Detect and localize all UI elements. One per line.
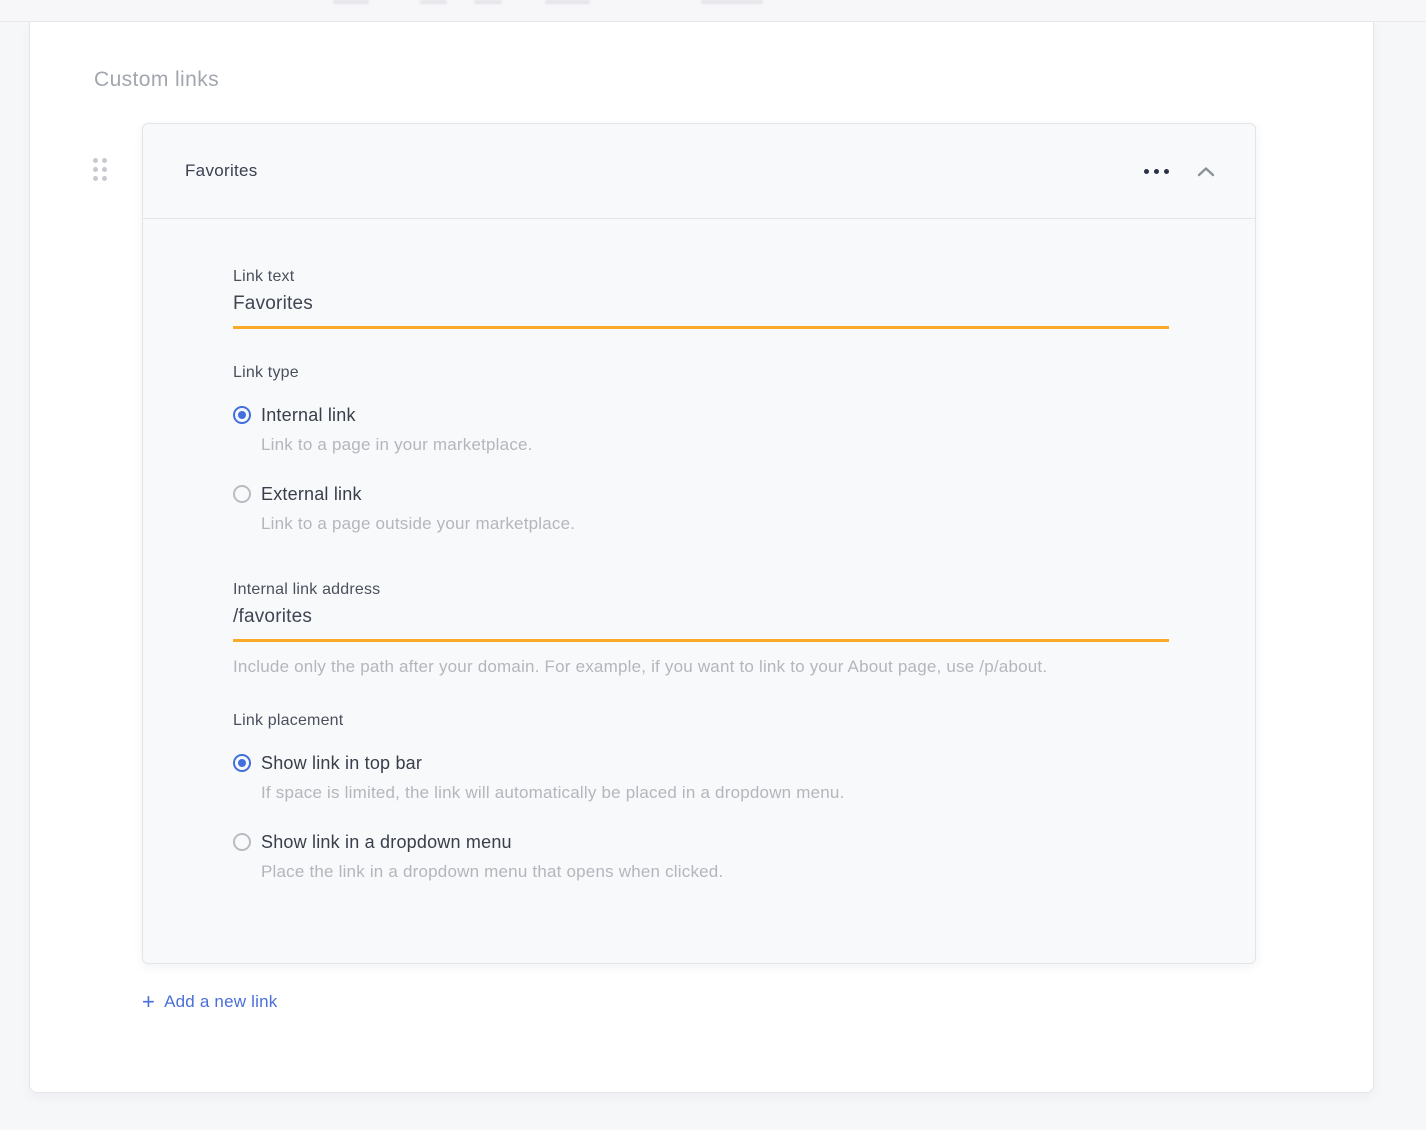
link-type-label: Link type bbox=[233, 363, 1215, 382]
radio-description: Place the link in a dropdown menu that o… bbox=[261, 860, 1215, 883]
radio-description: Link to a page outside your marketplace. bbox=[261, 512, 1215, 535]
custom-link-card: Favorites Link text Link type Int bbox=[142, 123, 1256, 964]
radio-label[interactable]: Show link in a dropdown menu bbox=[261, 831, 512, 853]
drag-handle-icon[interactable] bbox=[93, 158, 107, 181]
radio-description: Link to a page in your marketplace. bbox=[261, 433, 1215, 456]
radio-label[interactable]: Internal link bbox=[261, 404, 356, 426]
page-title: Custom links bbox=[94, 68, 1373, 92]
plus-icon: + bbox=[142, 992, 155, 1012]
card-header: Favorites bbox=[143, 124, 1255, 219]
add-new-link-label: Add a new link bbox=[164, 992, 277, 1012]
radio-label[interactable]: External link bbox=[261, 483, 362, 505]
radio-label[interactable]: Show link in top bar bbox=[261, 752, 422, 774]
link-text-input[interactable] bbox=[233, 292, 1169, 329]
tab-remnant bbox=[545, 0, 590, 4]
radio-external-link[interactable]: External link bbox=[233, 483, 1215, 505]
content-panel: Custom links Favorites Link text bbox=[29, 22, 1374, 1093]
add-new-link-button[interactable]: + Add a new link bbox=[142, 992, 277, 1012]
radio-show-link-top-bar[interactable]: Show link in top bar bbox=[233, 752, 1215, 774]
tab-remnant bbox=[474, 0, 502, 4]
card-body: Link text Link type Internal link Link t… bbox=[143, 267, 1255, 963]
link-text-label: Link text bbox=[233, 267, 1215, 286]
internal-link-address-label: Internal link address bbox=[233, 580, 1215, 599]
radio-button-icon[interactable] bbox=[233, 833, 251, 851]
tab-remnant bbox=[420, 0, 447, 4]
internal-link-address-input[interactable] bbox=[233, 605, 1169, 642]
internal-link-address-help: Include only the path after your domain.… bbox=[233, 656, 1193, 678]
chevron-up-icon bbox=[1197, 166, 1215, 177]
radio-button-icon[interactable] bbox=[233, 754, 251, 772]
tab-remnant bbox=[701, 0, 763, 4]
card-title: Favorites bbox=[185, 161, 258, 181]
radio-show-link-dropdown[interactable]: Show link in a dropdown menu bbox=[233, 831, 1215, 853]
collapse-button[interactable] bbox=[1197, 166, 1215, 177]
more-options-button[interactable] bbox=[1142, 163, 1171, 180]
radio-button-icon[interactable] bbox=[233, 485, 251, 503]
top-tab-bar bbox=[0, 0, 1426, 22]
radio-description: If space is limited, the link will autom… bbox=[261, 781, 1215, 804]
tab-remnant bbox=[333, 0, 369, 4]
link-placement-label: Link placement bbox=[233, 711, 1215, 730]
radio-button-icon[interactable] bbox=[233, 406, 251, 424]
radio-internal-link[interactable]: Internal link bbox=[233, 404, 1215, 426]
